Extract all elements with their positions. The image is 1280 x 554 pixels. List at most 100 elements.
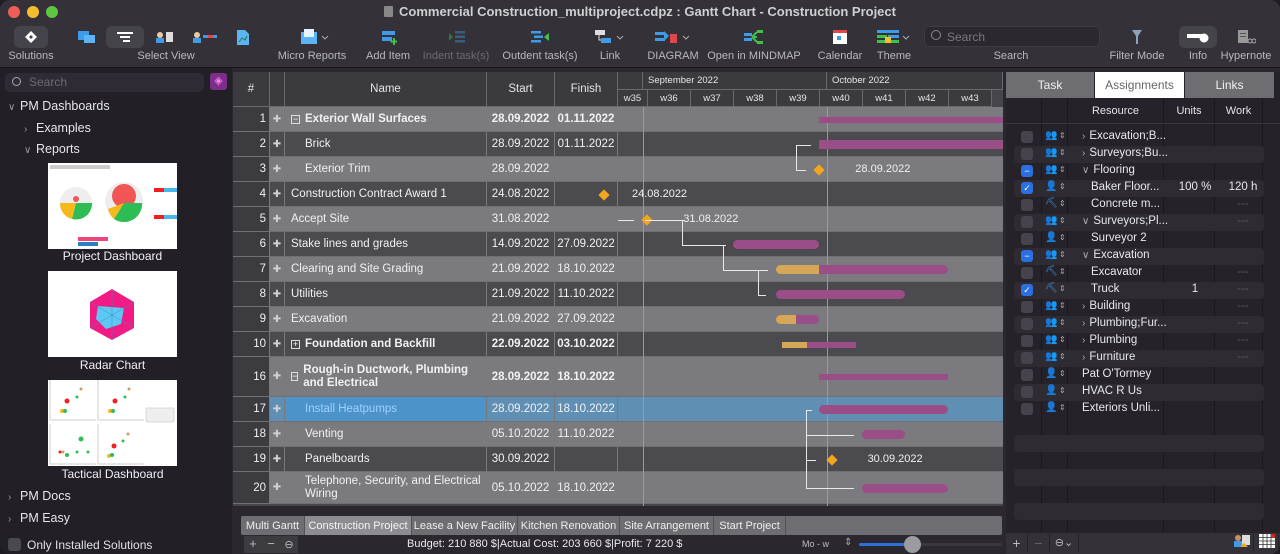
assignment-row[interactable]: − 👥 ⇕ ∨ Flooring (1014, 163, 1264, 180)
task-finish[interactable]: 18.10.2022 (555, 397, 618, 421)
sort-stepper-icon[interactable]: ⇕ (1059, 403, 1066, 412)
summary-bar[interactable] (782, 341, 857, 348)
task-name[interactable]: Telephone, Security, and Electrical Wiri… (285, 472, 487, 503)
tree-item-pm-easy[interactable]: › PM Easy (8, 511, 70, 525)
task-row[interactable]: 4 ✚ Construction Contract Award 1 24.08.202… (233, 182, 1003, 207)
assignment-checkbox[interactable] (1021, 386, 1033, 398)
task-row[interactable]: 9 ✚ Excavation 21.09.2022 27.09.2022 (233, 307, 1003, 332)
task-finish[interactable]: 01.11.2022 (555, 132, 618, 156)
assignment-row[interactable]: 👥 ⇕ › Surveyors;Bu... (1014, 146, 1264, 163)
column-header-units[interactable]: Units (1164, 102, 1214, 120)
assignment-checkbox[interactable]: ✓ (1021, 284, 1033, 296)
column-header-start[interactable]: Start (487, 72, 555, 107)
resource-work[interactable]: --- (1220, 317, 1266, 329)
tab-multi-gantt[interactable]: Multi Gantt (241, 516, 305, 535)
sort-stepper-icon[interactable]: ⇕ (1059, 267, 1066, 276)
zoom-slider-knob[interactable] (903, 536, 921, 553)
column-header-work[interactable]: Work (1215, 102, 1262, 120)
chevron-down-icon[interactable]: ∨ (1082, 216, 1089, 227)
task-start[interactable]: 28.09.2022 (487, 132, 555, 156)
view-resource-usage-button[interactable] (192, 26, 218, 48)
task-start[interactable]: 21.09.2022 (487, 257, 555, 281)
timescale-stepper[interactable]: ⇕ (844, 537, 852, 548)
task-name[interactable]: Panelboards (285, 447, 487, 471)
task-finish[interactable]: 18.10.2022 (555, 257, 618, 281)
remove-assignment-button[interactable]: − (1028, 534, 1050, 553)
sort-stepper-icon[interactable]: ⇕ (1059, 335, 1066, 344)
chevron-down-icon[interactable]: ∨ (1082, 250, 1089, 261)
chevron-right-icon[interactable]: › (1082, 318, 1085, 329)
task-start[interactable]: 21.09.2022 (487, 282, 555, 306)
collapse-icon[interactable]: − (291, 114, 300, 124)
task-name[interactable]: + Foundation and Backfill (285, 332, 487, 356)
info-toggle-button[interactable] (1179, 26, 1217, 48)
open-mindmap-button[interactable] (742, 26, 766, 48)
assignment-checkbox[interactable] (1021, 352, 1033, 364)
task-start[interactable]: 14.09.2022 (487, 232, 555, 256)
task-start[interactable]: 31.08.2022 (487, 207, 555, 231)
sort-stepper-icon[interactable]: ⇕ (1059, 301, 1066, 310)
add-item-button[interactable] (378, 26, 400, 48)
task-start[interactable]: 05.10.2022 (487, 422, 555, 446)
sort-stepper-icon[interactable]: ⇕ (1059, 284, 1066, 293)
tab-start-project[interactable]: Start Project (714, 516, 786, 535)
sort-stepper-icon[interactable]: ⇕ (1059, 148, 1066, 157)
assignment-checkbox[interactable] (1021, 318, 1033, 330)
filter-mode-button[interactable] (1128, 26, 1146, 48)
task-bar[interactable] (819, 405, 949, 414)
tab-site-arrangement[interactable]: Site Arrangement (620, 516, 714, 535)
solutions-button[interactable] (14, 26, 48, 48)
chevron-right-icon[interactable]: › (1082, 148, 1085, 159)
sort-stepper-icon[interactable]: ⇕ (1059, 131, 1066, 140)
sort-stepper-icon[interactable]: ⇕ (1059, 250, 1066, 259)
assignment-options-button[interactable]: ⊖⌄ (1050, 534, 1079, 553)
outdent-button[interactable] (528, 26, 552, 48)
sort-stepper-icon[interactable]: ⇕ (1059, 182, 1066, 191)
theme-button[interactable] (876, 26, 912, 48)
view-gantt-button[interactable] (106, 26, 144, 48)
task-finish[interactable] (555, 447, 618, 471)
sort-stepper-icon[interactable]: ⇕ (1059, 199, 1066, 208)
column-header-finish[interactable]: Finish (555, 72, 618, 107)
assignment-row[interactable]: ✓ 👤 ⇕ Baker Floor... 100 % 120 h (1014, 180, 1264, 197)
calendar-button[interactable] (830, 26, 850, 48)
tree-item-pm-dashboards[interactable]: ∨ PM Dashboards (8, 99, 110, 113)
task-finish[interactable]: 03.10.2022 (555, 332, 618, 356)
sidebar-search-input[interactable]: Search (5, 73, 204, 92)
chevron-right-icon[interactable]: › (1082, 335, 1085, 346)
task-name[interactable]: Venting (285, 422, 487, 446)
resource-units[interactable]: 1 (1170, 283, 1220, 295)
task-start[interactable]: 28.09.2022 (487, 357, 555, 396)
assignment-row[interactable]: 👤 ⇕ Pat O'Tormey (1014, 367, 1264, 384)
task-finish[interactable]: 27.09.2022 (555, 232, 618, 256)
task-start[interactable]: 24.08.2022 (487, 182, 555, 206)
task-start[interactable]: 28.09.2022 (487, 157, 555, 181)
assignment-row[interactable]: 👥 ⇕ › Excavation;B... (1014, 129, 1264, 146)
assignment-row[interactable]: 👥 ⇕ › Plumbing;Fur... --- (1014, 316, 1264, 333)
resource-work[interactable]: --- (1220, 215, 1266, 227)
add-tab-button[interactable]: + (244, 536, 262, 553)
sort-stepper-icon[interactable]: ⇕ (1059, 386, 1066, 395)
task-start[interactable]: 30.09.2022 (487, 447, 555, 471)
assignment-checkbox[interactable] (1021, 131, 1033, 143)
assignment-checkbox[interactable] (1021, 216, 1033, 228)
add-assignment-button[interactable]: + (1006, 534, 1028, 553)
zoom-slider[interactable] (859, 536, 1002, 553)
assignment-row[interactable]: 👤 ⇕ Surveyor 2 (1014, 231, 1264, 248)
task-bar[interactable] (862, 430, 906, 439)
task-name[interactable]: Brick (285, 132, 487, 156)
task-finish[interactable]: 11.10.2022 (555, 282, 618, 306)
assignment-row[interactable]: ✓ ⛏ ⇕ Truck 1 --- (1014, 282, 1264, 299)
sort-stepper-icon[interactable]: ⇕ (1059, 352, 1066, 361)
assignment-row[interactable]: ⛏ ⇕ Concrete m... --- (1014, 197, 1264, 214)
task-name[interactable]: Install Heatpumps (285, 397, 487, 421)
task-name[interactable]: Utilities (285, 282, 487, 306)
sort-stepper-icon[interactable]: ⇕ (1059, 233, 1066, 242)
assignment-row[interactable]: 👥 ⇕ ∨ Surveyors;Pl... --- (1014, 214, 1264, 231)
assignment-checkbox[interactable]: − (1021, 165, 1033, 177)
task-bar[interactable] (862, 483, 949, 493)
assignment-row[interactable]: ⛏ ⇕ Excavator --- (1014, 265, 1264, 282)
task-row[interactable]: 6 ✚ Stake lines and grades 14.09.2022 27.09.… (233, 232, 1003, 257)
sort-stepper-icon[interactable]: ⇕ (1059, 318, 1066, 327)
task-start[interactable]: 22.09.2022 (487, 332, 555, 356)
